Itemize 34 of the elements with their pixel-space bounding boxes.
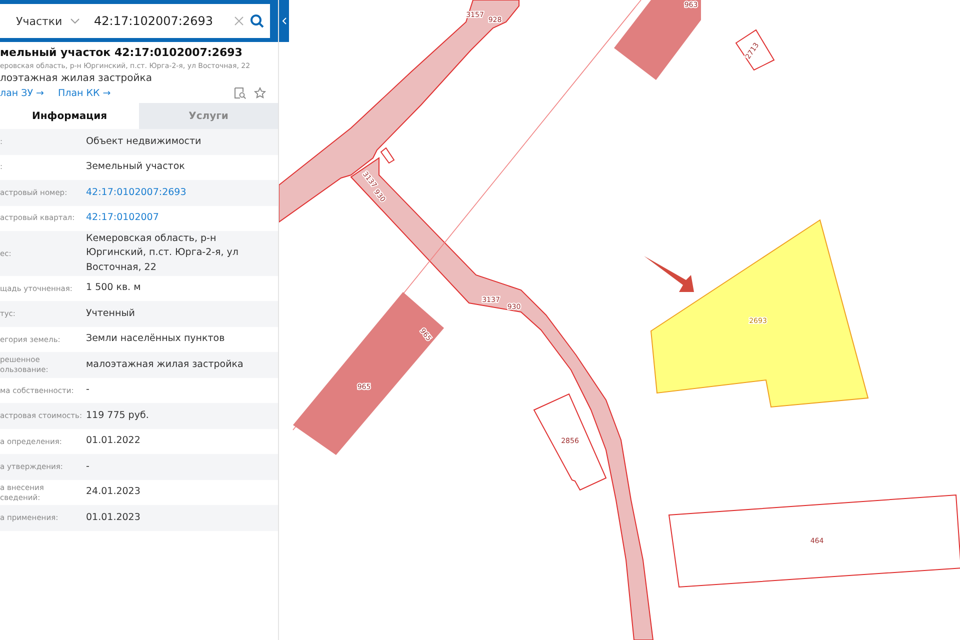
close-icon[interactable] [234,16,244,26]
field-value: Земельный участок [86,160,186,174]
field-value: Учтенный [86,306,136,321]
field-value: 01.01.2022 [86,434,142,448]
field-value: 119 775 руб. [86,408,150,423]
field-link[interactable]: 42:17:0102007:2693 [86,186,278,200]
field-value: Земли населённых пунктов [86,332,226,346]
field-value: 1 500 кв. м [86,281,142,296]
plan-link[interactable]: лан ЗУ → [0,88,44,98]
field-value: - [86,383,90,398]
search-icon[interactable] [250,14,264,28]
field-value: Кемеровская область, р-н Юргинский, п.ст. Юрга-2-я, ул Восточная, 22 [86,232,240,274]
field-value: малоэтажная жилая застройка [86,358,244,372]
caret-icon [70,18,80,24]
field-link[interactable]: 42:17:0102007 [86,211,278,226]
field-value: 01.01.2023 [86,510,142,525]
object-title: мельный участок 42:17:0102007:2693 [0,46,244,59]
collapse-panel-button[interactable] [279,0,289,42]
field-value: - [86,460,90,474]
plan-link[interactable]: План КК → [58,88,111,98]
selected-parcel[interactable] [650,219,869,408]
document-search-icon[interactable] [234,87,246,99]
object-usage: лоэтажная жилая застройка [0,73,153,84]
star-icon[interactable] [254,87,266,99]
field-value: Объект недвижимости [86,134,202,149]
pointer-arrow-icon [644,256,694,292]
search-value: 42:17:102007:2693 [94,14,214,28]
land-parcel-outline [735,29,775,71]
tab[interactable]: Услуги [139,103,278,129]
chevron-left-icon [282,17,286,25]
layer-select[interactable]: Участки [16,14,64,28]
search-field[interactable]: Участки 42:17:102007:2693 [0,4,270,38]
land-parcel-outline [380,147,395,164]
field-value: 24.01.2023 [86,485,142,500]
